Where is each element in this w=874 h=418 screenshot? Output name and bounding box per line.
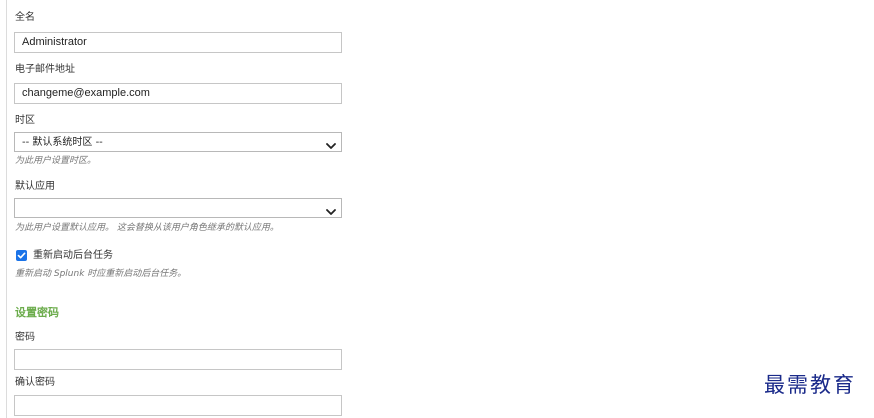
email-input[interactable]: changeme@example.com (14, 83, 342, 104)
timezone-help-text: 为此用户设置时区。 (15, 156, 97, 166)
timezone-label: 时区 (15, 115, 35, 126)
password-input[interactable] (14, 349, 342, 370)
left-divider (6, 0, 7, 418)
password-label: 密码 (15, 332, 35, 343)
email-label: 电子邮件地址 (15, 64, 75, 75)
checkmark-icon (17, 252, 26, 259)
default-app-select[interactable] (14, 198, 342, 218)
set-password-heading: 设置密码 (15, 306, 59, 319)
confirm-password-input[interactable] (14, 395, 342, 416)
timezone-select[interactable]: -- 默认系统时区 -- (14, 132, 342, 152)
chevron-down-icon (326, 138, 336, 149)
restart-jobs-help-text: 重新启动 Splunk 时应重新启动后台任务。 (15, 269, 187, 279)
default-app-label: 默认应用 (15, 181, 55, 192)
email-value: changeme@example.com (22, 87, 150, 99)
full-name-value: Administrator (22, 36, 87, 48)
watermark-logo-text: 最需教育 (764, 373, 856, 397)
full-name-label: 全名 (15, 12, 35, 23)
restart-jobs-checkbox[interactable] (16, 250, 27, 261)
default-app-help-text: 为此用户设置默认应用。 这会替换从该用户角色继承的默认应用。 (15, 223, 279, 233)
chevron-down-icon (326, 204, 336, 215)
timezone-selected-value: -- 默认系统时区 -- (22, 137, 103, 148)
restart-jobs-label: 重新启动后台任务 (33, 250, 113, 261)
full-name-input[interactable]: Administrator (14, 32, 342, 53)
confirm-password-label: 确认密码 (15, 377, 55, 388)
